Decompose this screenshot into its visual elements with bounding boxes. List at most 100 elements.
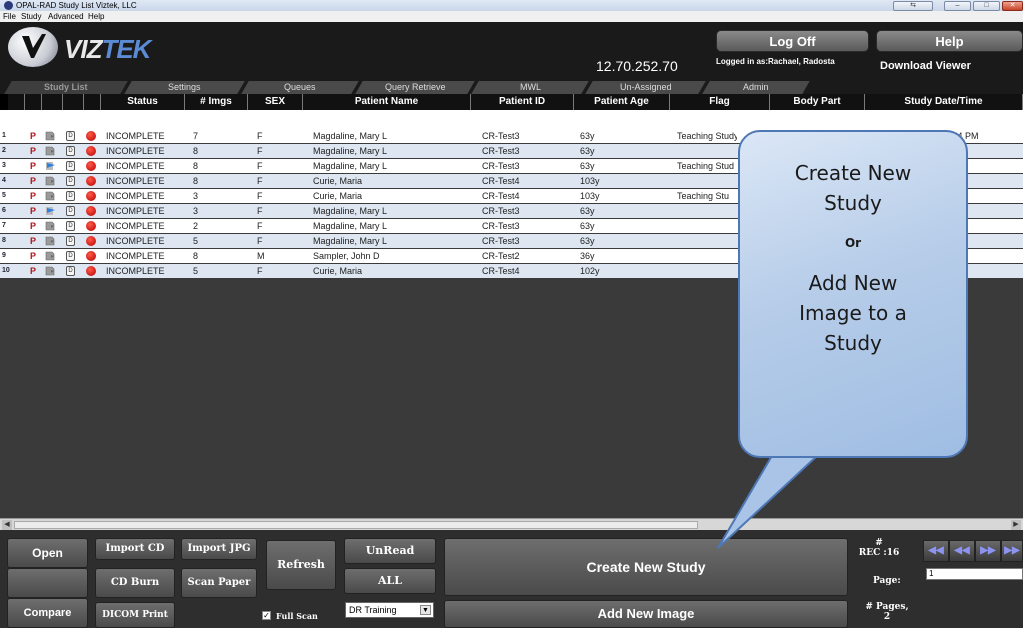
horizontal-scrollbar[interactable]: ◀ ▶	[0, 518, 1023, 530]
tab-query-retrieve[interactable]: Query Retrieve	[355, 81, 475, 94]
priority-p-button[interactable]: P	[30, 204, 40, 218]
detail-button[interactable]: D	[66, 206, 75, 216]
col-patient-age[interactable]: Patient Age	[574, 94, 670, 110]
document-icon[interactable]	[45, 131, 55, 141]
col-blank-2	[25, 94, 42, 110]
status-alert-icon[interactable]	[86, 146, 96, 156]
priority-p-button[interactable]: P	[30, 159, 40, 173]
priority-p-button[interactable]: P	[30, 264, 40, 278]
detail-button[interactable]: D	[66, 146, 75, 156]
col-body-part[interactable]: Body Part	[770, 94, 865, 110]
detail-button[interactable]: D	[66, 266, 75, 276]
unread-button[interactable]: UnRead	[344, 538, 436, 564]
status-alert-icon[interactable]	[86, 266, 96, 276]
document-icon[interactable]	[45, 266, 55, 276]
col-patient-name[interactable]: Patient Name	[303, 94, 471, 110]
last-page-icon[interactable]: ▶▶	[1001, 540, 1023, 562]
menu-help[interactable]: Help	[88, 12, 104, 21]
next-page-icon[interactable]: ▶▶	[975, 540, 1001, 562]
cell-flag	[677, 144, 737, 158]
detail-button[interactable]: D	[66, 161, 75, 171]
priority-p-button[interactable]: P	[30, 234, 40, 248]
dr-training-select[interactable]: DR Training ▼	[345, 602, 434, 618]
blank-button[interactable]	[7, 568, 88, 598]
priority-p-button[interactable]: P	[30, 174, 40, 188]
status-alert-icon[interactable]	[86, 131, 96, 141]
page-number-input[interactable]: 1	[926, 568, 1023, 580]
prev-page-icon[interactable]: ◀◀	[949, 540, 975, 562]
detail-button[interactable]: D	[66, 251, 75, 261]
maximize-icon[interactable]: □	[973, 1, 1000, 11]
document-icon[interactable]	[45, 191, 55, 201]
cell-status: INCOMPLETE	[106, 191, 165, 201]
cell-patient-age: 63y	[580, 146, 595, 156]
cd-burn-button[interactable]: CD Burn	[95, 568, 175, 598]
cell-status: INCOMPLETE	[106, 221, 165, 231]
full-scan-checkbox[interactable]: ✓	[262, 611, 271, 620]
status-alert-icon[interactable]	[86, 176, 96, 186]
tab-un-assigned[interactable]: Un-Assigned	[585, 81, 706, 94]
scroll-left-icon[interactable]: ◀	[2, 520, 12, 530]
report-flag-icon[interactable]	[45, 161, 55, 171]
open-button[interactable]: Open	[7, 538, 88, 568]
col-sex[interactable]: SEX	[248, 94, 303, 110]
tab-settings[interactable]: Settings	[124, 81, 245, 94]
col-study-date[interactable]: Study Date/Time	[865, 94, 1023, 110]
scroll-right-icon[interactable]: ▶	[1011, 520, 1021, 530]
refresh-button[interactable]: Refresh	[266, 540, 336, 590]
menu-file[interactable]: File	[3, 12, 16, 21]
detail-button[interactable]: D	[66, 236, 75, 246]
tab-admin[interactable]: Admin	[702, 81, 810, 94]
status-alert-icon[interactable]	[86, 221, 96, 231]
cell-sex: F	[257, 206, 263, 216]
log-off-button[interactable]: Log Off	[716, 30, 869, 52]
detail-button[interactable]: D	[66, 221, 75, 231]
help-button[interactable]: Help	[876, 30, 1023, 52]
col-imgs[interactable]: # Imgs	[185, 94, 248, 110]
status-alert-icon[interactable]	[86, 161, 96, 171]
document-icon[interactable]	[45, 176, 55, 186]
document-icon[interactable]	[45, 146, 55, 156]
minimize-icon[interactable]: –	[944, 1, 971, 11]
priority-p-button[interactable]: P	[30, 129, 40, 143]
scan-paper-button[interactable]: Scan Paper	[181, 568, 257, 598]
first-page-icon[interactable]: ◀◀	[923, 540, 949, 562]
col-flag[interactable]: Flag	[670, 94, 770, 110]
dropdown-arrow-icon[interactable]: ▼	[420, 605, 431, 615]
col-status[interactable]: Status	[101, 94, 185, 110]
close-icon[interactable]: ✕	[1002, 1, 1023, 11]
callout-line-5: Study	[824, 331, 882, 355]
menu-advanced[interactable]: Advanced	[48, 12, 84, 21]
priority-p-button[interactable]: P	[30, 219, 40, 233]
document-icon[interactable]	[45, 251, 55, 261]
full-scan-label: Full Scan	[276, 611, 318, 621]
import-cd-button[interactable]: Import CD	[95, 538, 175, 560]
cell-imgs: 8	[193, 146, 199, 156]
menu-study[interactable]: Study	[21, 12, 41, 21]
import-jpg-button[interactable]: Import JPG	[181, 538, 257, 560]
tab-study-list[interactable]: Study List	[4, 81, 128, 94]
all-button[interactable]: ALL	[344, 568, 436, 594]
compare-button[interactable]: Compare	[7, 598, 88, 628]
document-icon[interactable]	[45, 221, 55, 231]
detail-button[interactable]: D	[66, 176, 75, 186]
add-new-image-button[interactable]: Add New Image	[444, 600, 848, 628]
col-patient-id[interactable]: Patient ID	[471, 94, 574, 110]
priority-p-button[interactable]: P	[30, 189, 40, 203]
dicom-print-button[interactable]: DICOM Print	[95, 602, 175, 628]
status-alert-icon[interactable]	[86, 251, 96, 261]
priority-p-button[interactable]: P	[30, 249, 40, 263]
tab-queues[interactable]: Queues	[241, 81, 359, 94]
status-alert-icon[interactable]	[86, 191, 96, 201]
tab-mwl[interactable]: MWL	[471, 81, 589, 94]
report-flag-icon[interactable]	[45, 206, 55, 216]
detail-button[interactable]: D	[66, 191, 75, 201]
detail-button[interactable]: D	[66, 131, 75, 141]
priority-p-button[interactable]: P	[30, 144, 40, 158]
status-alert-icon[interactable]	[86, 236, 96, 246]
status-alert-icon[interactable]	[86, 206, 96, 216]
document-icon[interactable]	[45, 236, 55, 246]
restore-icon[interactable]: ⇆	[893, 1, 933, 11]
scroll-thumb[interactable]	[14, 521, 698, 529]
download-viewer-link[interactable]: Download Viewer	[880, 60, 971, 72]
